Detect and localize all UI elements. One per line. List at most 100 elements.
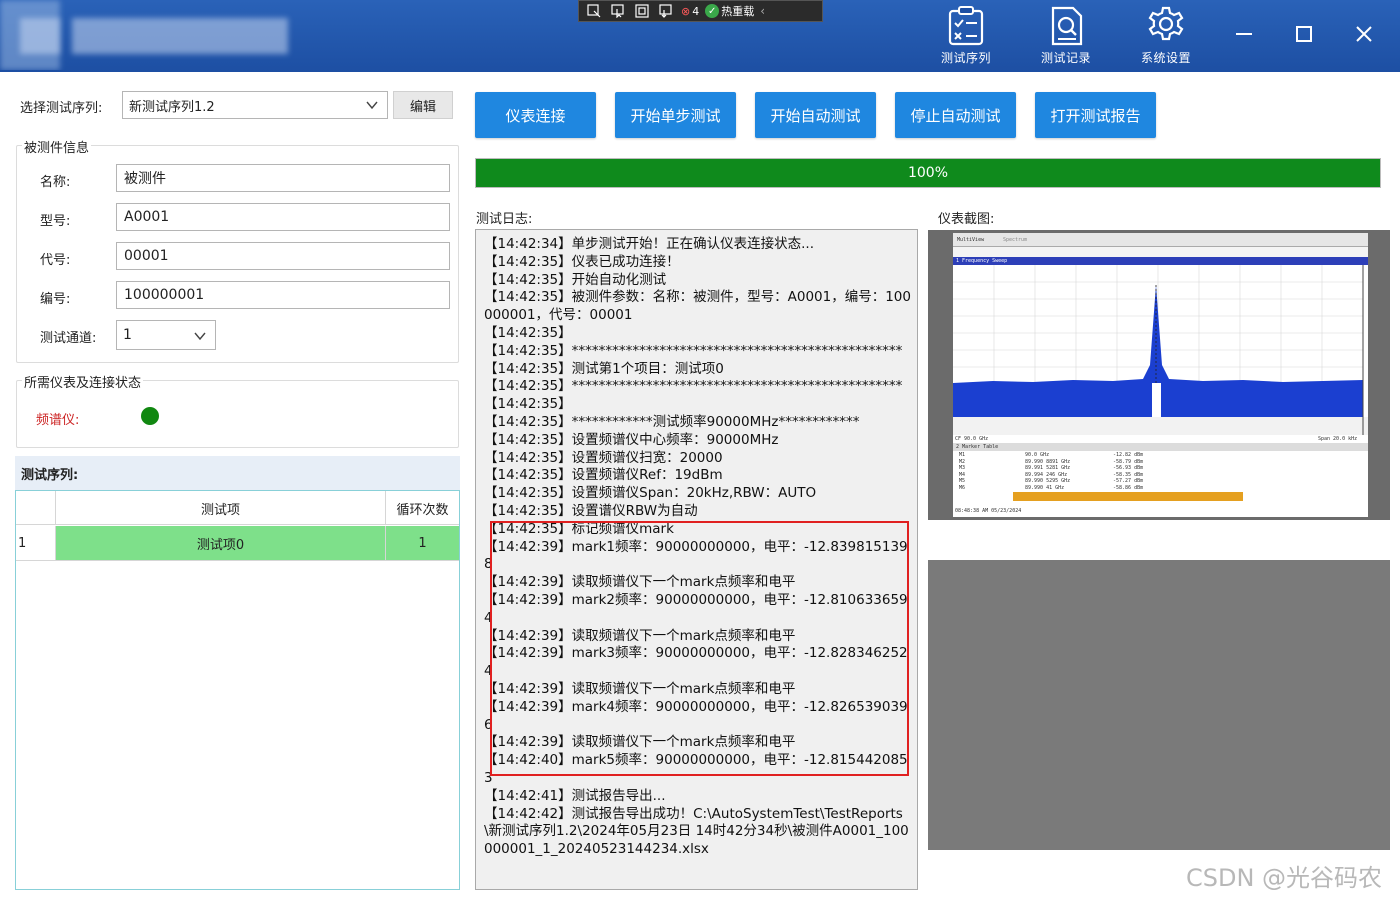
instrument-screenshot: MultiView Spectrum 1 Frequency Sweep CF … [928, 230, 1390, 520]
start-step-test-button[interactable]: 开始单步测试 [615, 92, 736, 138]
marker-level: -56.93 dBm [1113, 465, 1144, 471]
dut-model-field[interactable]: A0001 [116, 203, 450, 231]
dut-name-field[interactable]: 被测件 [116, 164, 450, 192]
log-line: 【14:42:35】******************************… [484, 342, 903, 359]
test-log-textarea[interactable]: 【14:42:34】单步测试开始！正在确认仪表连接状态... 【14:42:35】… [475, 229, 918, 890]
layout-adorner-icon[interactable] [633, 3, 651, 19]
log-line: 【14:42:35】被测件参数：名称：被测件，型号：A0001，编号：10000… [484, 289, 911, 324]
row-index: 1 [16, 526, 56, 560]
spectrum-analyzer-screen: MultiView Spectrum 1 Frequency Sweep CF … [953, 233, 1368, 517]
span-value: Span 20.0 kHz [1318, 436, 1358, 442]
log-line: 【14:42:39】读取频谱仪下一个mark点频率和电平 [484, 680, 796, 697]
row-header-corner [16, 491, 56, 525]
marker-type: M6 [959, 484, 966, 491]
log-line: 【14:42:42】测试报告导出成功！C:\AutoSystemTest\Tes… [484, 805, 909, 858]
log-line: 【14:42:39】mark2频率：90000000000，电平：-12.810… [484, 591, 908, 626]
log-line: 【14:42:39】读取频谱仪下一个mark点频率和电平 [484, 627, 796, 644]
connection-status-indicator [141, 407, 159, 425]
nav-label: 测试序列 [940, 51, 991, 65]
log-line: 【14:42:39】读取频谱仪下一个mark点频率和电平 [484, 574, 796, 591]
hot-reload-label: 热重载 [721, 5, 755, 18]
title-bar: ⊗ 4 ✓ 热重载 ‹ 测试序列 测试记录 系统设置 [0, 0, 1400, 72]
log-line: 【14:42:35】设置谱仪RBW为自动 [484, 502, 698, 519]
sequence-select[interactable]: 新测试序列1.2 [122, 91, 388, 119]
record-search-icon [1051, 6, 1083, 46]
pointer-icon[interactable] [609, 3, 627, 19]
table-header-row: 测试项 循环次数 [16, 491, 459, 525]
open-test-report-button[interactable]: 打开测试报告 [1035, 92, 1156, 138]
collapse-chevron-icon[interactable]: ‹ [760, 4, 765, 18]
log-line: 【14:42:35】设置频谱仪扫宽：20000 [484, 449, 723, 466]
maximize-icon [1296, 26, 1312, 42]
marker-frequency: 89.990 8891 GHz [1025, 458, 1071, 465]
marker-level: -57.27 dBm [1113, 478, 1144, 484]
start-auto-test-button[interactable]: 开始自动测试 [755, 92, 876, 138]
column-header-item[interactable]: 测试项 [56, 491, 386, 525]
marker-row: M5 89.990 5295 GHz -57.27 dBm [953, 478, 1368, 484]
test-log-label: 测试日志: [476, 212, 533, 227]
nav-test-sequence[interactable]: 测试序列 [926, 2, 1006, 70]
log-line: 【14:42:39】mark4频率：90000000000，电平：-12.826… [484, 698, 908, 733]
log-line: 【14:42:35】开始自动化测试 [484, 271, 667, 288]
log-line: 【14:42:34】单步测试开始！正在确认仪表连接状态... [484, 236, 815, 252]
log-line: 【14:42:39】读取频谱仪下一个mark点频率和电平 [484, 734, 796, 751]
marker-frequency: 89.994 246 GHz [1025, 471, 1068, 478]
marker-table-title: 2 Marker Table [956, 444, 999, 450]
analyzer-status-bar [1013, 492, 1243, 501]
log-line: 【14:42:40】mark5频率：90000000000，电平：-12.815… [484, 752, 908, 786]
track-focus-icon[interactable] [657, 3, 675, 19]
trace-title: 1 Frequency Sweep [956, 258, 1008, 264]
marker-type: M4 [959, 471, 966, 478]
marker-level: -58.79 dBm [1113, 458, 1144, 465]
analyzer-tab-bar: MultiView Spectrum [953, 233, 1368, 247]
marker-table: M1 90.0 GHz -12.82 dBm M2 89.990 8891 GHz -58… [953, 452, 1368, 492]
marker-level: -58.86 dBm [1113, 484, 1144, 491]
dut-serial-field[interactable]: 100000001 [116, 281, 450, 309]
channel-select[interactable]: 1 [116, 320, 216, 350]
analyzer-timestamp: 08:48:38 AM 05/23/2024 [955, 508, 1022, 514]
binding-errors-indicator[interactable]: ⊗ 4 [681, 5, 699, 18]
dut-code-field[interactable]: 00001 [116, 242, 450, 270]
spectrum-trace-plot [953, 265, 1368, 435]
cell-test-item[interactable]: 测试项0 [56, 526, 386, 560]
log-line: 【14:42:35】******************************… [484, 378, 903, 395]
log-line: 【14:42:35】 [484, 396, 572, 413]
marker-row: M2 89.990 8891 GHz -58.79 dBm [953, 459, 1368, 465]
minimize-button[interactable] [1226, 16, 1262, 52]
connect-instruments-button[interactable]: 仪表连接 [475, 92, 596, 138]
analyzer-tab: Spectrum [1003, 237, 1028, 243]
cell-loop-count[interactable]: 1 [386, 526, 459, 560]
nav-label: 系统设置 [1140, 51, 1191, 65]
marker-type: M3 [959, 465, 966, 471]
close-icon [1356, 26, 1372, 42]
secondary-screenshot-placeholder [928, 560, 1390, 850]
center-frequency: CF 90.0 GHz [955, 436, 989, 442]
app-window: ⊗ 4 ✓ 热重载 ‹ 测试序列 测试记录 系统设置 选择测试序列: 新测试序列… [0, 0, 1400, 900]
binding-error-count: 4 [692, 4, 700, 18]
log-line: 【14:42:35】仪表已成功连接！ [484, 253, 680, 270]
watermark: CSDN @光谷码农 [1186, 864, 1383, 892]
marker-row: M4 89.994 246 GHz -58.35 dBm [953, 472, 1368, 478]
marker-frequency: 89.990 5295 GHz [1025, 478, 1071, 484]
select-element-icon[interactable] [585, 3, 603, 19]
log-line: 【14:42:39】mark1频率：90000000000，电平：-12.839… [484, 538, 908, 573]
marker-type: M1 [959, 452, 966, 458]
column-header-loops[interactable]: 循环次数 [386, 491, 459, 525]
edit-sequence-button[interactable]: 编辑 [393, 91, 453, 119]
marker-frequency: 89.990 41 GHz [1025, 484, 1065, 491]
progress-text: 100% [907, 165, 949, 181]
close-button[interactable] [1346, 16, 1382, 52]
log-line: 【14:42:35】设置频谱仪Span：20kHz,RBW：AUTO [484, 485, 817, 502]
marker-row: M6 89.990 41 GHz -58.86 dBm [953, 485, 1368, 491]
log-line: 【14:42:35】设置频谱仪Ref：19dBm [484, 467, 723, 484]
spectrum-analyzer-label: 频谱仪: [36, 413, 80, 428]
nav-system-settings[interactable]: 系统设置 [1126, 2, 1206, 70]
error-icon: ⊗ [681, 4, 691, 18]
maximize-button[interactable] [1286, 16, 1322, 52]
stop-auto-test-button[interactable]: 停止自动测试 [895, 92, 1016, 138]
nav-test-records[interactable]: 测试记录 [1026, 2, 1106, 70]
hot-reload-indicator[interactable]: ✓ 热重载 [705, 3, 754, 19]
table-row[interactable]: 1 测试项0 1 [16, 526, 459, 561]
log-line: 【14:42:35】设置频谱仪中心频率：90000MHz [484, 431, 779, 448]
marker-frequency: 90.0 GHz [1025, 452, 1050, 458]
